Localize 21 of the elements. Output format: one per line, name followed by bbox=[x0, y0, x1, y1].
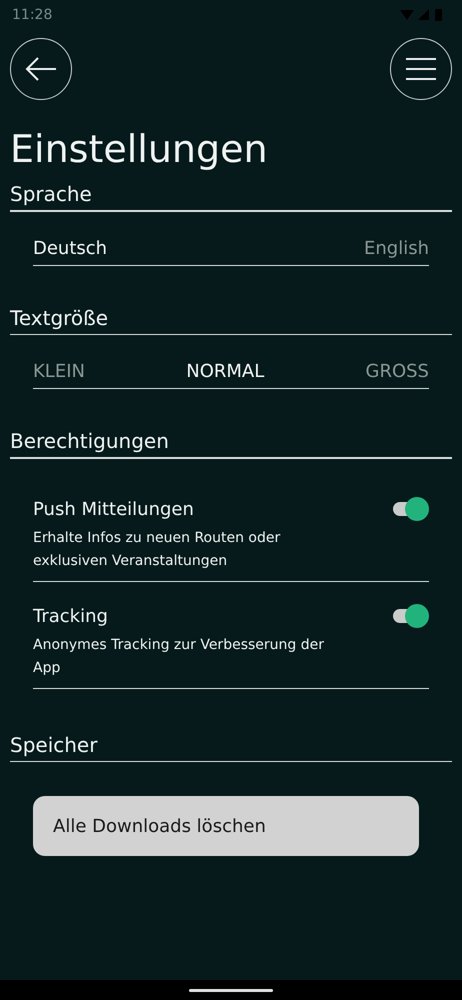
setting-label: Push Mitteilungen bbox=[33, 498, 195, 522]
setting-description: Erhalte Infos zu neuen Routen oder exklusiven Veranstaltungen bbox=[33, 528, 282, 570]
section-heading: Sprache bbox=[10, 181, 93, 208]
setting-description: Anonymes Tracking zur Verbesserung der App bbox=[33, 636, 325, 678]
section-heading: Textgröße bbox=[10, 304, 110, 332]
menu-icon bbox=[405, 57, 437, 81]
option-tab[interactable]: English bbox=[364, 238, 429, 258]
option-tab[interactable]: GROSS bbox=[366, 361, 429, 382]
back-arrow-icon bbox=[24, 55, 58, 83]
home-indicator[interactable] bbox=[189, 988, 273, 992]
menu-button[interactable] bbox=[390, 38, 452, 100]
option-tab[interactable]: KLEIN bbox=[33, 361, 85, 382]
delete-downloads-button[interactable]: Alle Downloads löschen bbox=[33, 796, 419, 856]
status-time: 11:28 bbox=[12, 7, 52, 23]
section-heading: Berechtigungen bbox=[10, 428, 170, 455]
option-tab[interactable]: Deutsch bbox=[33, 238, 108, 258]
back-button[interactable] bbox=[10, 38, 72, 100]
option-tab[interactable]: NORMAL bbox=[186, 361, 264, 382]
section-heading: Speicher bbox=[10, 732, 98, 758]
setting-label: Tracking bbox=[33, 604, 109, 628]
page-title: Einstellungen bbox=[10, 126, 269, 172]
